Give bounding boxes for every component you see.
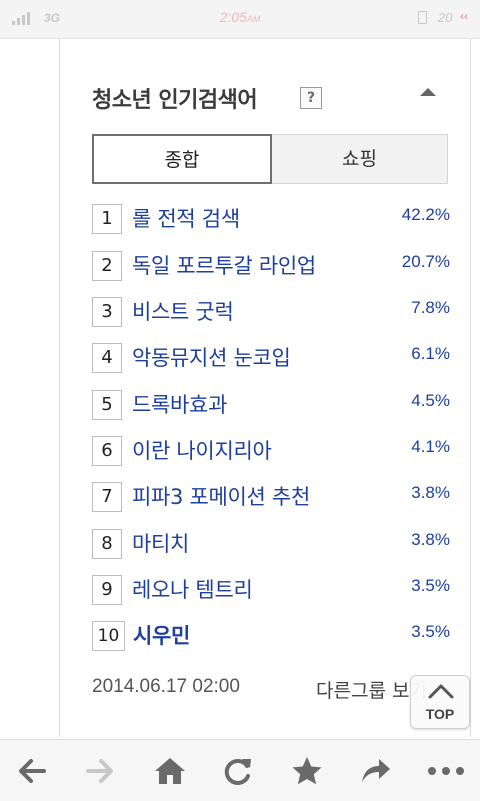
- clock-time: 2:05: [219, 9, 247, 25]
- rank-number: 8: [92, 529, 122, 559]
- scroll-top-label: TOP: [425, 706, 455, 722]
- rank-term-link[interactable]: 마티치: [132, 528, 189, 558]
- refresh-icon[interactable]: [220, 754, 256, 788]
- status-bar: 3G 2:05AM 20 ‹‹: [0, 0, 480, 39]
- ranking-row[interactable]: 2 독일 포르투갈 라인업 20.7%: [92, 251, 452, 283]
- battery-level: 20: [438, 10, 453, 25]
- scroll-top-button[interactable]: TOP: [410, 675, 470, 729]
- ranking-row[interactable]: 5 드록바효과 4.5%: [92, 390, 452, 422]
- tab-overall[interactable]: 종합: [92, 134, 272, 184]
- rank-number: 10: [92, 621, 125, 651]
- ranking-row[interactable]: 8 마티치 3.8%: [92, 529, 452, 561]
- more-dots-icon[interactable]: [426, 754, 464, 788]
- rank-term-link[interactable]: 악동뮤지션 눈코입: [132, 342, 291, 372]
- ranking-row[interactable]: 7 피파3 포메이션 추천 3.8%: [92, 482, 452, 514]
- clock: 2:05AM: [0, 9, 480, 25]
- chevron-up-icon: [428, 684, 454, 699]
- rank-term-link[interactable]: 비스트 굿럭: [132, 296, 234, 326]
- rank-number: 1: [92, 204, 122, 234]
- home-icon[interactable]: [152, 754, 188, 788]
- rank-percent: 7.8%: [411, 298, 450, 317]
- ranking-row[interactable]: 4 악동뮤지션 눈코입 6.1%: [92, 343, 452, 375]
- rank-number: 9: [92, 575, 122, 605]
- browser-toolbar: [0, 739, 480, 801]
- rank-percent: 4.5%: [411, 391, 450, 410]
- rank-number: 3: [92, 297, 122, 327]
- rank-term-link[interactable]: 시우민: [133, 620, 190, 650]
- rank-percent: 3.5%: [411, 576, 450, 595]
- rank-percent: 42.2%: [401, 205, 450, 224]
- rank-term-link[interactable]: 롤 전적 검색: [132, 203, 240, 233]
- rank-number: 6: [92, 436, 122, 466]
- rank-percent: 3.5%: [411, 622, 450, 641]
- ranking-row[interactable]: 3 비스트 굿럭 7.8%: [92, 297, 452, 329]
- rank-number: 2: [92, 251, 122, 281]
- back-arrow-icon[interactable]: [14, 754, 50, 788]
- collapse-arrow-icon[interactable]: [420, 88, 436, 96]
- share-arrow-icon[interactable]: [357, 754, 393, 788]
- rank-percent: 3.8%: [411, 530, 450, 549]
- tab-bar: 종합 쇼핑: [92, 134, 448, 184]
- forward-arrow-icon[interactable]: [82, 754, 118, 788]
- sim-icon: [418, 11, 427, 24]
- rank-percent: 3.8%: [411, 483, 450, 502]
- tab-shopping[interactable]: 쇼핑: [272, 134, 448, 184]
- ranking-row[interactable]: 10 시우민 3.5%: [92, 621, 452, 653]
- rank-number: 4: [92, 343, 122, 373]
- rank-number: 7: [92, 482, 122, 512]
- clock-ampm: AM: [246, 14, 261, 24]
- rank-term-link[interactable]: 독일 포르투갈 라인업: [132, 250, 316, 280]
- chevron-icon: ‹‹: [460, 9, 468, 23]
- rank-term-link[interactable]: 레오나 템트리: [132, 574, 253, 604]
- ranking-row[interactable]: 1 롤 전적 검색 42.2%: [92, 204, 452, 236]
- panel-title: 청소년 인기검색어: [92, 88, 258, 113]
- rank-term-link[interactable]: 드록바효과: [132, 389, 227, 419]
- rank-number: 5: [92, 390, 122, 420]
- rank-percent: 4.1%: [411, 437, 450, 456]
- ranking-row[interactable]: 6 이란 나이지리아 4.1%: [92, 436, 452, 468]
- rank-percent: 6.1%: [411, 344, 450, 363]
- update-timestamp: 2014.06.17 02:00: [92, 676, 240, 697]
- rank-term-link[interactable]: 이란 나이지리아: [132, 435, 272, 465]
- ranking-row[interactable]: 9 레오나 템트리 3.5%: [92, 575, 452, 607]
- rank-term-link[interactable]: 피파3 포메이션 추천: [132, 481, 310, 511]
- bookmark-star-icon[interactable]: [289, 754, 325, 788]
- help-icon[interactable]: ?: [300, 87, 322, 109]
- rank-percent: 20.7%: [401, 252, 450, 271]
